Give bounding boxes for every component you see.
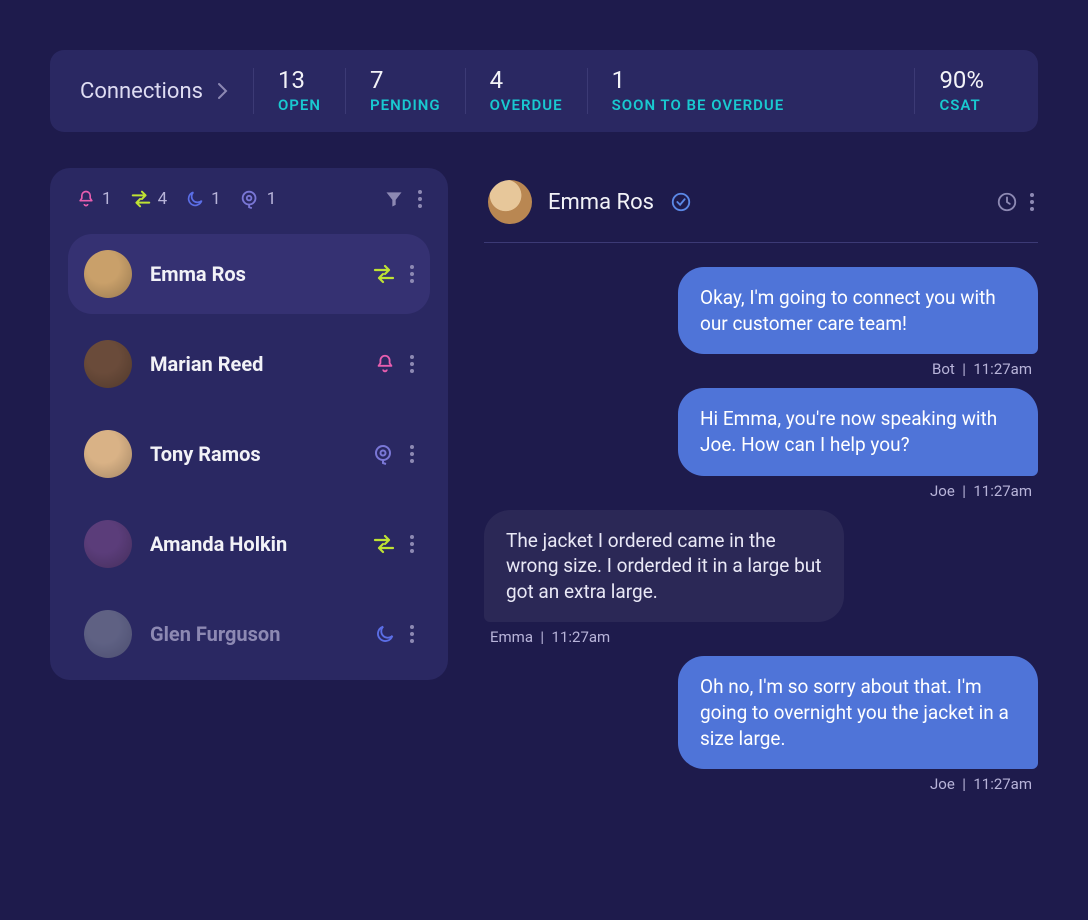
message-bubble: Oh no, I'm so sorry about that. I'm goin…	[678, 656, 1038, 769]
message-bubble: Okay, I'm going to connect you with our …	[678, 267, 1038, 354]
message-row: The jacket I ordered came in the wrong s…	[484, 510, 1038, 647]
bell-icon	[374, 353, 396, 375]
filter-bell[interactable]: 1	[76, 189, 112, 209]
avatar	[488, 180, 532, 224]
conversations-sidebar: 1 4 1 1 Emma RosMari	[50, 168, 448, 680]
message-bubble: Hi Emma, you're now speaking with Joe. H…	[678, 388, 1038, 475]
stat-value: 7	[370, 68, 384, 92]
message-row: Oh no, I'm so sorry about that. I'm goin…	[484, 656, 1038, 793]
brain-icon	[239, 188, 261, 210]
message-thread: Okay, I'm going to connect you with our …	[484, 243, 1038, 793]
message-meta: Joe | 11:27am	[924, 482, 1038, 500]
stat-label: PENDING	[370, 96, 441, 114]
moon-icon	[185, 189, 205, 209]
stat-csat[interactable]: 90% CSAT	[914, 68, 1008, 114]
stat-label: CSAT	[939, 96, 980, 114]
filter-count: 4	[158, 189, 168, 209]
contact-name: Amanda Holkin	[150, 532, 354, 556]
message-bubble: The jacket I ordered came in the wrong s…	[484, 510, 844, 623]
filter-count: 1	[267, 189, 277, 209]
funnel-icon[interactable]	[384, 189, 404, 209]
contact-name: Emma Ros	[150, 262, 354, 286]
contact-row[interactable]: Tony Ramos	[68, 414, 430, 494]
verified-icon	[670, 191, 692, 213]
contact-row[interactable]: Marian Reed	[68, 324, 430, 404]
filter-count: 1	[102, 189, 112, 209]
contact-name: Glen Furguson	[150, 622, 356, 646]
stat-value: 4	[490, 68, 504, 92]
more-icon[interactable]	[410, 625, 414, 643]
stat-overdue[interactable]: 4 OVERDUE	[465, 68, 587, 114]
filter-count: 1	[211, 189, 221, 209]
filter-bot[interactable]: 1	[239, 188, 277, 210]
avatar	[84, 520, 132, 568]
more-icon[interactable]	[410, 355, 414, 373]
contact-row[interactable]: Amanda Holkin	[68, 504, 430, 584]
stat-open[interactable]: 13 OPEN	[253, 68, 345, 114]
message-meta: Joe | 11:27am	[924, 775, 1038, 793]
chat-panel: Emma Ros Okay, I'm going to connect you …	[484, 168, 1038, 793]
bell-icon	[76, 189, 96, 209]
connections-stats-bar: Connections 13 OPEN 7 PENDING 4 OVERDUE …	[50, 50, 1038, 132]
filter-moon[interactable]: 1	[185, 189, 221, 209]
clock-icon[interactable]	[996, 191, 1018, 213]
avatar	[84, 250, 132, 298]
transfer-icon	[372, 263, 396, 285]
stat-label: SOON TO BE OVERDUE	[612, 96, 785, 114]
message-meta: Emma | 11:27am	[484, 628, 616, 646]
contact-name: Marian Reed	[150, 352, 356, 376]
transfer-icon	[130, 189, 152, 209]
filter-row: 1 4 1 1	[68, 188, 430, 224]
more-icon[interactable]	[418, 190, 422, 208]
stat-label: OPEN	[278, 96, 321, 114]
stat-pending[interactable]: 7 PENDING	[345, 68, 465, 114]
contact-row[interactable]: Glen Furguson	[68, 594, 430, 674]
avatar	[84, 430, 132, 478]
stat-label: OVERDUE	[490, 96, 563, 114]
more-icon[interactable]	[1030, 193, 1034, 211]
message-row: Hi Emma, you're now speaking with Joe. H…	[484, 388, 1038, 499]
brain-icon	[372, 442, 396, 466]
avatar	[84, 340, 132, 388]
filter-transfer[interactable]: 4	[130, 189, 168, 209]
contact-name: Tony Ramos	[150, 442, 354, 466]
chevron-right-icon	[217, 82, 229, 100]
stat-value: 90%	[939, 68, 984, 92]
message-row: Okay, I'm going to connect you with our …	[484, 267, 1038, 378]
more-icon[interactable]	[410, 265, 414, 283]
message-meta: Bot | 11:27am	[926, 360, 1038, 378]
transfer-icon	[372, 533, 396, 555]
more-icon[interactable]	[410, 445, 414, 463]
chat-title: Emma Ros	[548, 190, 654, 215]
connections-title[interactable]: Connections	[80, 79, 229, 104]
stat-value: 13	[278, 68, 305, 92]
moon-icon	[374, 623, 396, 645]
connections-label: Connections	[80, 79, 203, 104]
more-icon[interactable]	[410, 535, 414, 553]
chat-header: Emma Ros	[484, 176, 1038, 243]
avatar	[84, 610, 132, 658]
stat-value: 1	[612, 68, 626, 92]
stat-soon-overdue[interactable]: 1 SOON TO BE OVERDUE	[587, 68, 809, 114]
contact-row[interactable]: Emma Ros	[68, 234, 430, 314]
